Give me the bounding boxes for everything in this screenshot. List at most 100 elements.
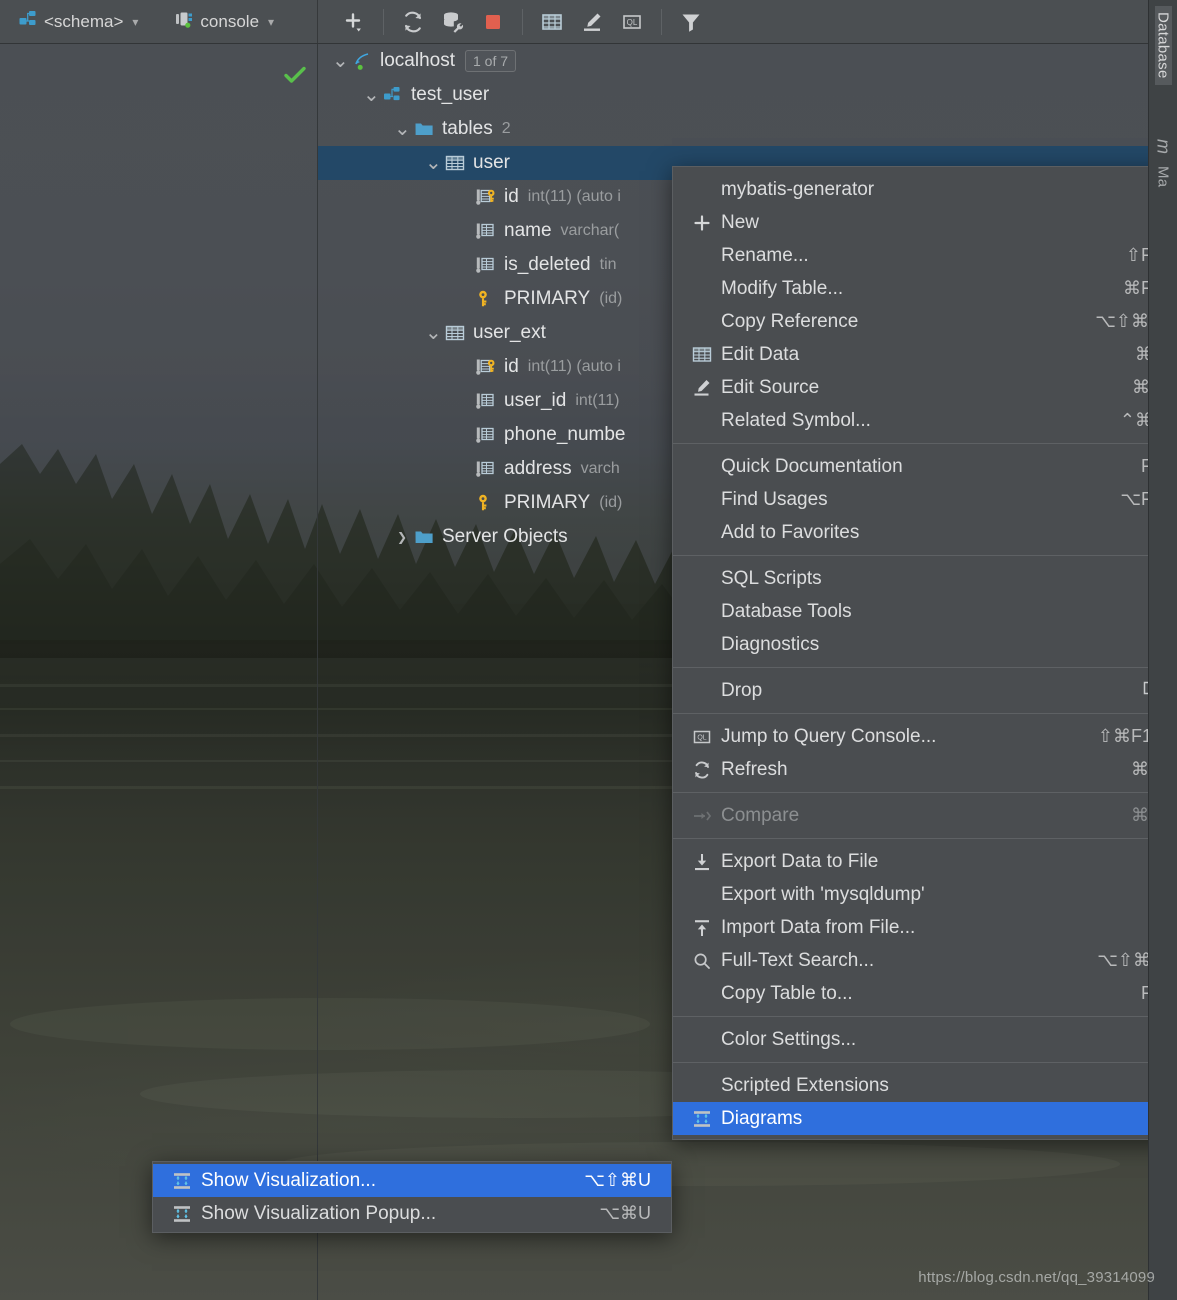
toolbar-left-group: <schema> ▾ console ▾: [0, 0, 318, 43]
menu-item-add-to-favorites[interactable]: Add to Favorites▶: [673, 516, 1176, 549]
tree-row-label: id: [504, 186, 519, 207]
menu-item-edit-data[interactable]: Edit Data⌘↓: [673, 338, 1176, 371]
menu-item-label: Compare: [721, 804, 800, 826]
column-key-icon: [474, 187, 498, 207]
tree-row-test-user[interactable]: ⌄ test_user: [318, 78, 1177, 112]
chevron-down-icon[interactable]: ⌄: [425, 323, 442, 343]
table-grid-icon[interactable]: [532, 2, 572, 42]
export-icon: [695, 853, 709, 870]
tree-row-label: localhost: [380, 50, 455, 71]
search-icon: [694, 953, 710, 969]
menu-item-label: Color Settings...: [721, 1028, 857, 1050]
column-icon: [476, 393, 494, 409]
submenu-item-show-visualization-popup[interactable]: Show Visualization Popup... ⌥⌘U: [153, 1197, 671, 1230]
menu-item-sql-scripts[interactable]: SQL Scripts▶: [673, 562, 1176, 595]
menu-item-scripted-extensions[interactable]: Scripted Extensions▶: [673, 1069, 1176, 1102]
ql-console-icon: QL: [687, 727, 717, 747]
menu-item-copy-table-to[interactable]: Copy Table to...F5: [673, 977, 1176, 1010]
menu-item-database-tools[interactable]: Database Tools▶: [673, 595, 1176, 628]
tree-row-meta: int(11) (auto i: [527, 188, 621, 205]
tree-row-localhost[interactable]: ⌄ localhost 1 of 7: [318, 44, 1177, 78]
menu-item-label: Diagnostics: [721, 633, 820, 655]
chevron-right-icon[interactable]: ❯: [394, 530, 410, 544]
menu-item-label: Quick Documentation: [721, 455, 903, 477]
column-icon: [474, 391, 498, 411]
chevron-down-icon[interactable]: ⌄: [425, 153, 442, 173]
menu-separator: [673, 838, 1176, 839]
tree-row-meta: int(11): [575, 392, 620, 409]
chevron-down-icon[interactable]: ⌄: [394, 119, 411, 139]
menu-item-find-usages[interactable]: Find Usages ⌥F7: [673, 483, 1176, 516]
menu-item-copy-reference[interactable]: Copy Reference ⌥⇧⌘C: [673, 305, 1176, 338]
menu-item-diagnostics[interactable]: Diagnostics▶: [673, 628, 1176, 661]
menu-item-export-with-mysqldump[interactable]: Export with 'mysqldump': [673, 878, 1176, 911]
schema-label: <schema>: [44, 11, 124, 31]
tool-window-tab-maven[interactable]: Ma: [1155, 160, 1172, 193]
menu-item-label: Edit Data: [721, 343, 800, 365]
menu-item-jump-to-query-console[interactable]: QL Jump to Query Console... ⇧⌘F10: [673, 720, 1176, 753]
funnel-icon[interactable]: [671, 2, 711, 42]
connection-icon: [350, 51, 374, 71]
tree-row-label: id: [504, 356, 519, 377]
plus-icon: [694, 214, 710, 231]
diagrams-submenu[interactable]: Show Visualization... ⌥⇧⌘U Show Visualizat…: [152, 1161, 672, 1233]
top-toolbar: <schema> ▾ console ▾ QL: [0, 0, 1177, 44]
menu-item-edit-source[interactable]: Edit Source ⌘B: [673, 371, 1176, 404]
menu-item-label: Find Usages: [721, 488, 828, 510]
diagram-icon: [174, 1172, 190, 1189]
connection-icon: [355, 53, 369, 70]
chevron-down-icon[interactable]: ⌄: [363, 85, 380, 105]
toolbar-right-group: QL: [318, 0, 1177, 43]
menu-item-label: Export Data to File: [721, 850, 879, 872]
menu-item-label: Related Symbol...: [721, 409, 871, 431]
diagram-icon: [174, 1205, 190, 1222]
schema-icon: [384, 87, 400, 101]
schema-selector[interactable]: <schema> ▾: [14, 6, 142, 37]
import-icon: [695, 919, 709, 936]
menu-item-drop[interactable]: Drop: [673, 674, 1176, 707]
menu-separator: [673, 713, 1176, 714]
tree-row-tables[interactable]: ⌄ tables 2: [318, 112, 1177, 146]
menu-item-quick-documentation[interactable]: Quick DocumentationF1: [673, 450, 1176, 483]
tree-row-badge: 1 of 7: [465, 50, 517, 72]
chevron-down-icon[interactable]: ⌄: [332, 51, 349, 71]
chevron-down-icon: ▾: [268, 14, 275, 29]
menu-separator: [673, 1062, 1176, 1063]
menu-item-new[interactable]: New▶: [673, 206, 1176, 239]
menu-item-color-settings[interactable]: Color Settings...: [673, 1023, 1176, 1056]
menu-item-label: Edit Source: [721, 376, 820, 398]
key-icon: [479, 290, 487, 307]
tree-row-meta: tin: [599, 256, 617, 273]
tree-row-label: Server Objects: [442, 526, 568, 547]
compare-icon: [687, 806, 717, 826]
column-icon: [474, 221, 498, 241]
submenu-item-show-visualization[interactable]: Show Visualization... ⌥⇧⌘U: [153, 1164, 671, 1197]
add-new-button[interactable]: [334, 2, 374, 42]
menu-item-diagrams[interactable]: Diagrams▶: [673, 1102, 1176, 1135]
menu-item-full-text-search[interactable]: Full-Text Search... ⌥⇧⌘F: [673, 944, 1176, 977]
menu-item-related-symbol[interactable]: Related Symbol... ⌃⌘↑: [673, 404, 1176, 437]
pencil-icon[interactable]: [572, 2, 612, 42]
database-wrench-icon[interactable]: [433, 2, 473, 42]
menu-item-refresh[interactable]: Refresh ⌘R: [673, 753, 1176, 786]
import-icon: [687, 918, 717, 938]
table-icon: [445, 325, 465, 341]
menu-item-modify-table[interactable]: Modify Table... ⌘F6: [673, 272, 1176, 305]
toolbar-divider: [661, 8, 662, 35]
stop-button[interactable]: [473, 2, 513, 42]
menu-item-compare[interactable]: Compare ⌘D: [673, 799, 1176, 832]
console-selector[interactable]: console ▾: [170, 6, 278, 37]
refresh-button[interactable]: [393, 2, 433, 42]
menu-item-rename[interactable]: Rename... ⇧F6: [673, 239, 1176, 272]
menu-separator: [673, 792, 1176, 793]
menu-item-import-data-from-file[interactable]: Import Data from File...: [673, 911, 1176, 944]
menu-separator: [673, 443, 1176, 444]
menu-item-label: Rename...: [721, 244, 809, 266]
plus-icon: [687, 213, 717, 233]
table-context-menu[interactable]: mybatis-generatorNew▶Rename...⇧F6Modify …: [672, 166, 1177, 1140]
tool-window-tab-database[interactable]: Database: [1154, 6, 1172, 85]
menu-item-mybatis-generator[interactable]: mybatis-generator: [673, 173, 1176, 206]
menu-item-export-data-to-file[interactable]: Export Data to File: [673, 845, 1176, 878]
right-tool-window-bar[interactable]: Database m Ma: [1148, 0, 1177, 1300]
ql-console-icon[interactable]: QL: [612, 2, 652, 42]
